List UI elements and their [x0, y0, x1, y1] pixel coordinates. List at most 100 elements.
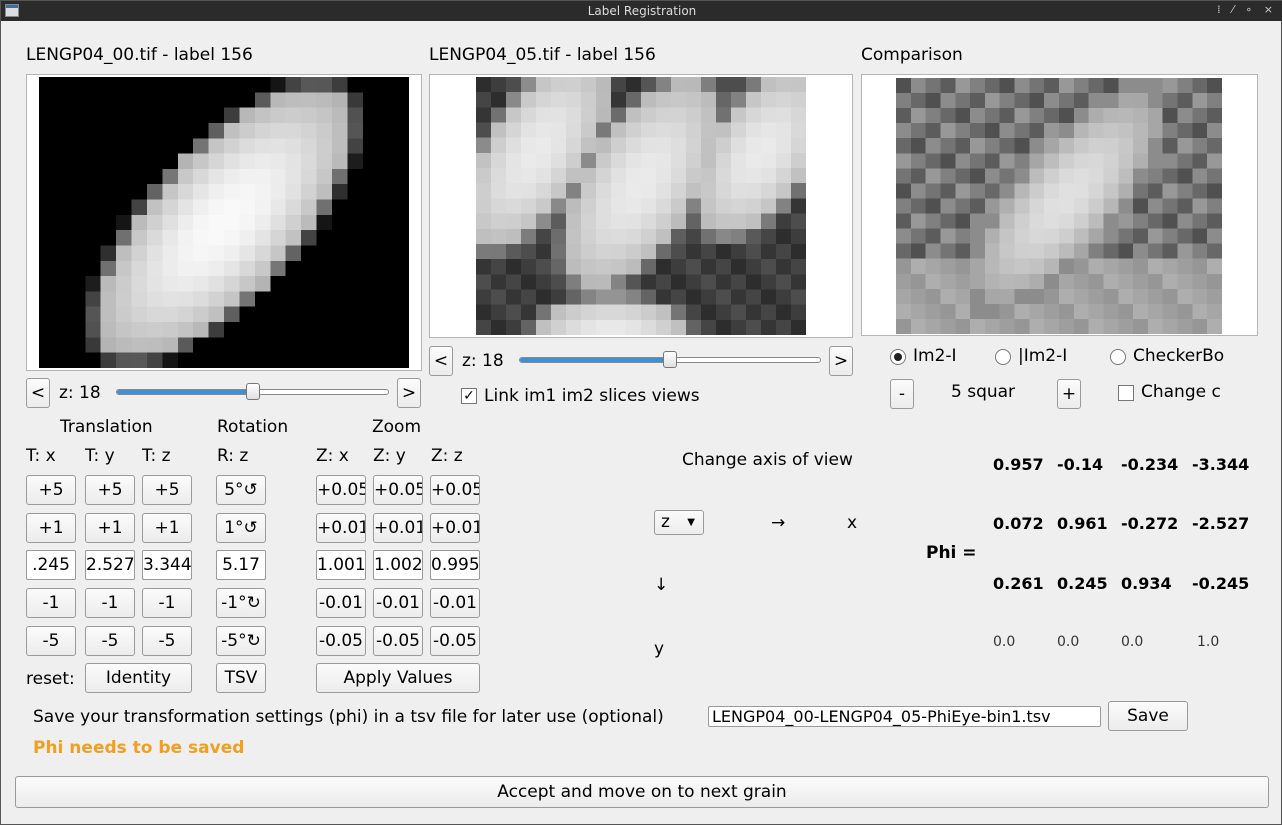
comparison-view[interactable]	[861, 74, 1258, 336]
zx-plus01-button[interactable]: +0.01	[316, 513, 366, 543]
zz-minus01-button[interactable]: -0.01	[430, 588, 480, 618]
chevron-down-icon: ▼	[687, 517, 695, 528]
slice1-next-button[interactable]: >	[397, 378, 421, 408]
tz-value-field[interactable]: 3.344	[142, 550, 192, 580]
tx-value-field[interactable]: .245	[26, 550, 76, 580]
ty-minus5-button[interactable]: -5	[85, 626, 135, 656]
zy-plus05-button[interactable]: +0.05	[373, 475, 423, 505]
zx-minus05-button[interactable]: -0.05	[316, 626, 366, 656]
change-checkbox[interactable]	[1118, 385, 1134, 401]
squares-plus-button[interactable]: +	[1057, 379, 1081, 409]
col-zz: Z: z	[431, 446, 463, 466]
phi-cell: -3.344	[1192, 455, 1250, 474]
identity-button[interactable]: Identity	[85, 663, 192, 693]
slice1-label: z: 18	[59, 383, 101, 403]
rotation-header: Rotation	[217, 417, 289, 437]
zy-plus01-button[interactable]: +0.01	[373, 513, 423, 543]
zz-minus05-button[interactable]: -0.05	[430, 626, 480, 656]
phi-cell: 0.261	[993, 574, 1044, 593]
accept-button[interactable]: Accept and move on to next grain	[15, 776, 1269, 808]
zz-plus01-button[interactable]: +0.01	[430, 513, 480, 543]
squares-minus-button[interactable]: -	[890, 379, 914, 409]
slice2-slider-handle[interactable]	[663, 351, 677, 368]
window-controls[interactable]: ⁞ ⁄ ∘ ×	[1217, 3, 1277, 16]
tx-minus1-button[interactable]: -1	[26, 588, 76, 618]
slice2-prev-button[interactable]: <	[429, 346, 453, 376]
tx-minus5-button[interactable]: -5	[26, 626, 76, 656]
zx-plus05-button[interactable]: +0.05	[316, 475, 366, 505]
zy-minus05-button[interactable]: -0.05	[373, 626, 423, 656]
mode2-label: |Im2-I	[1018, 346, 1068, 366]
tx-plus5-button[interactable]: +5	[26, 475, 76, 505]
x-axis-label: x	[847, 513, 858, 533]
phi-cell: 0.0	[993, 634, 1016, 650]
im1-image	[39, 77, 409, 368]
tsv-button[interactable]: TSV	[216, 663, 266, 693]
phi-cell: 0.0	[1057, 634, 1080, 650]
rz-value-field[interactable]: 5.17	[216, 550, 266, 580]
ty-plus1-button[interactable]: +1	[85, 513, 135, 543]
axis-title: Change axis of view	[682, 450, 853, 470]
col-tz: T: z	[142, 446, 171, 466]
mode3-radio[interactable]	[1110, 349, 1126, 365]
squares-value: 5 squar	[951, 382, 1016, 402]
rz-plus5-button[interactable]: 5°↺	[216, 475, 266, 505]
mode1-radio[interactable]	[890, 349, 906, 365]
zx-value-field[interactable]: 1.001	[316, 550, 366, 580]
phi-cell: -0.272	[1121, 514, 1179, 533]
col-zy: Z: y	[373, 446, 406, 466]
phi-cell: 0.957	[993, 455, 1044, 474]
rz-plus1-button[interactable]: 1°↺	[216, 513, 266, 543]
app-window: Label Registration ⁞ ⁄ ∘ × LENGP04_00.ti…	[0, 0, 1282, 825]
ty-value-field[interactable]: 2.527	[85, 550, 135, 580]
change-label: Change c	[1141, 382, 1221, 402]
tz-plus5-button[interactable]: +5	[142, 475, 192, 505]
link-views-checkbox[interactable]: ✓	[461, 388, 477, 404]
reset-label: reset:	[26, 669, 75, 689]
down-arrow-icon: ↓	[654, 575, 669, 595]
tz-minus5-button[interactable]: -5	[142, 626, 192, 656]
right-arrow-icon: →	[771, 513, 786, 533]
save-filename-input[interactable]: LENGP04_00-LENGP04_05-PhiEye-bin1.tsv	[708, 706, 1101, 727]
slice1-slider-fill	[117, 390, 254, 394]
zz-plus05-button[interactable]: +0.05	[430, 475, 480, 505]
tz-minus1-button[interactable]: -1	[142, 588, 192, 618]
slice1-prev-button[interactable]: <	[26, 378, 50, 408]
tz-plus1-button[interactable]: +1	[142, 513, 192, 543]
im1-view[interactable]	[26, 74, 422, 371]
axis-select[interactable]: z ▼	[654, 510, 704, 535]
im2-view[interactable]	[429, 74, 853, 338]
phi-cell: -2.527	[1192, 514, 1250, 533]
im2-image	[476, 77, 806, 335]
zy-minus01-button[interactable]: -0.01	[373, 588, 423, 618]
phi-cell: -0.234	[1121, 455, 1179, 474]
slice2-next-button[interactable]: >	[829, 346, 853, 376]
phi-cell: 1.0	[1197, 634, 1220, 650]
title-bar: Label Registration ⁞ ⁄ ∘ ×	[1, 1, 1282, 21]
rz-minus5-button[interactable]: -5°↻	[216, 626, 266, 656]
zz-value-field[interactable]: 0.995	[430, 550, 480, 580]
ty-minus1-button[interactable]: -1	[85, 588, 135, 618]
tx-plus1-button[interactable]: +1	[26, 513, 76, 543]
phi-cell: 0.072	[993, 514, 1044, 533]
comparison-image	[896, 78, 1222, 334]
phi-label: Phi =	[926, 543, 977, 563]
translation-header: Translation	[60, 417, 153, 437]
save-prompt: Save your transformation settings (phi) …	[33, 707, 664, 727]
save-button[interactable]: Save	[1108, 701, 1188, 731]
mode2-radio[interactable]	[995, 349, 1011, 365]
comparison-title: Comparison	[861, 45, 963, 65]
apply-values-button[interactable]: Apply Values	[316, 663, 480, 693]
im1-title: LENGP04_00.tif - label 156	[26, 45, 253, 65]
slice2-label: z: 18	[462, 351, 504, 371]
y-axis-label: y	[654, 639, 665, 659]
slice2-slider-fill	[520, 358, 671, 362]
axis-select-value: z	[661, 512, 670, 532]
rz-minus1-button[interactable]: -1°↻	[216, 588, 266, 618]
zx-minus01-button[interactable]: -0.01	[316, 588, 366, 618]
ty-plus5-button[interactable]: +5	[85, 475, 135, 505]
slice1-slider-handle[interactable]	[245, 383, 260, 400]
phi-cell: 0.934	[1121, 574, 1172, 593]
col-rz: R: z	[217, 446, 249, 466]
zy-value-field[interactable]: 1.002	[373, 550, 423, 580]
